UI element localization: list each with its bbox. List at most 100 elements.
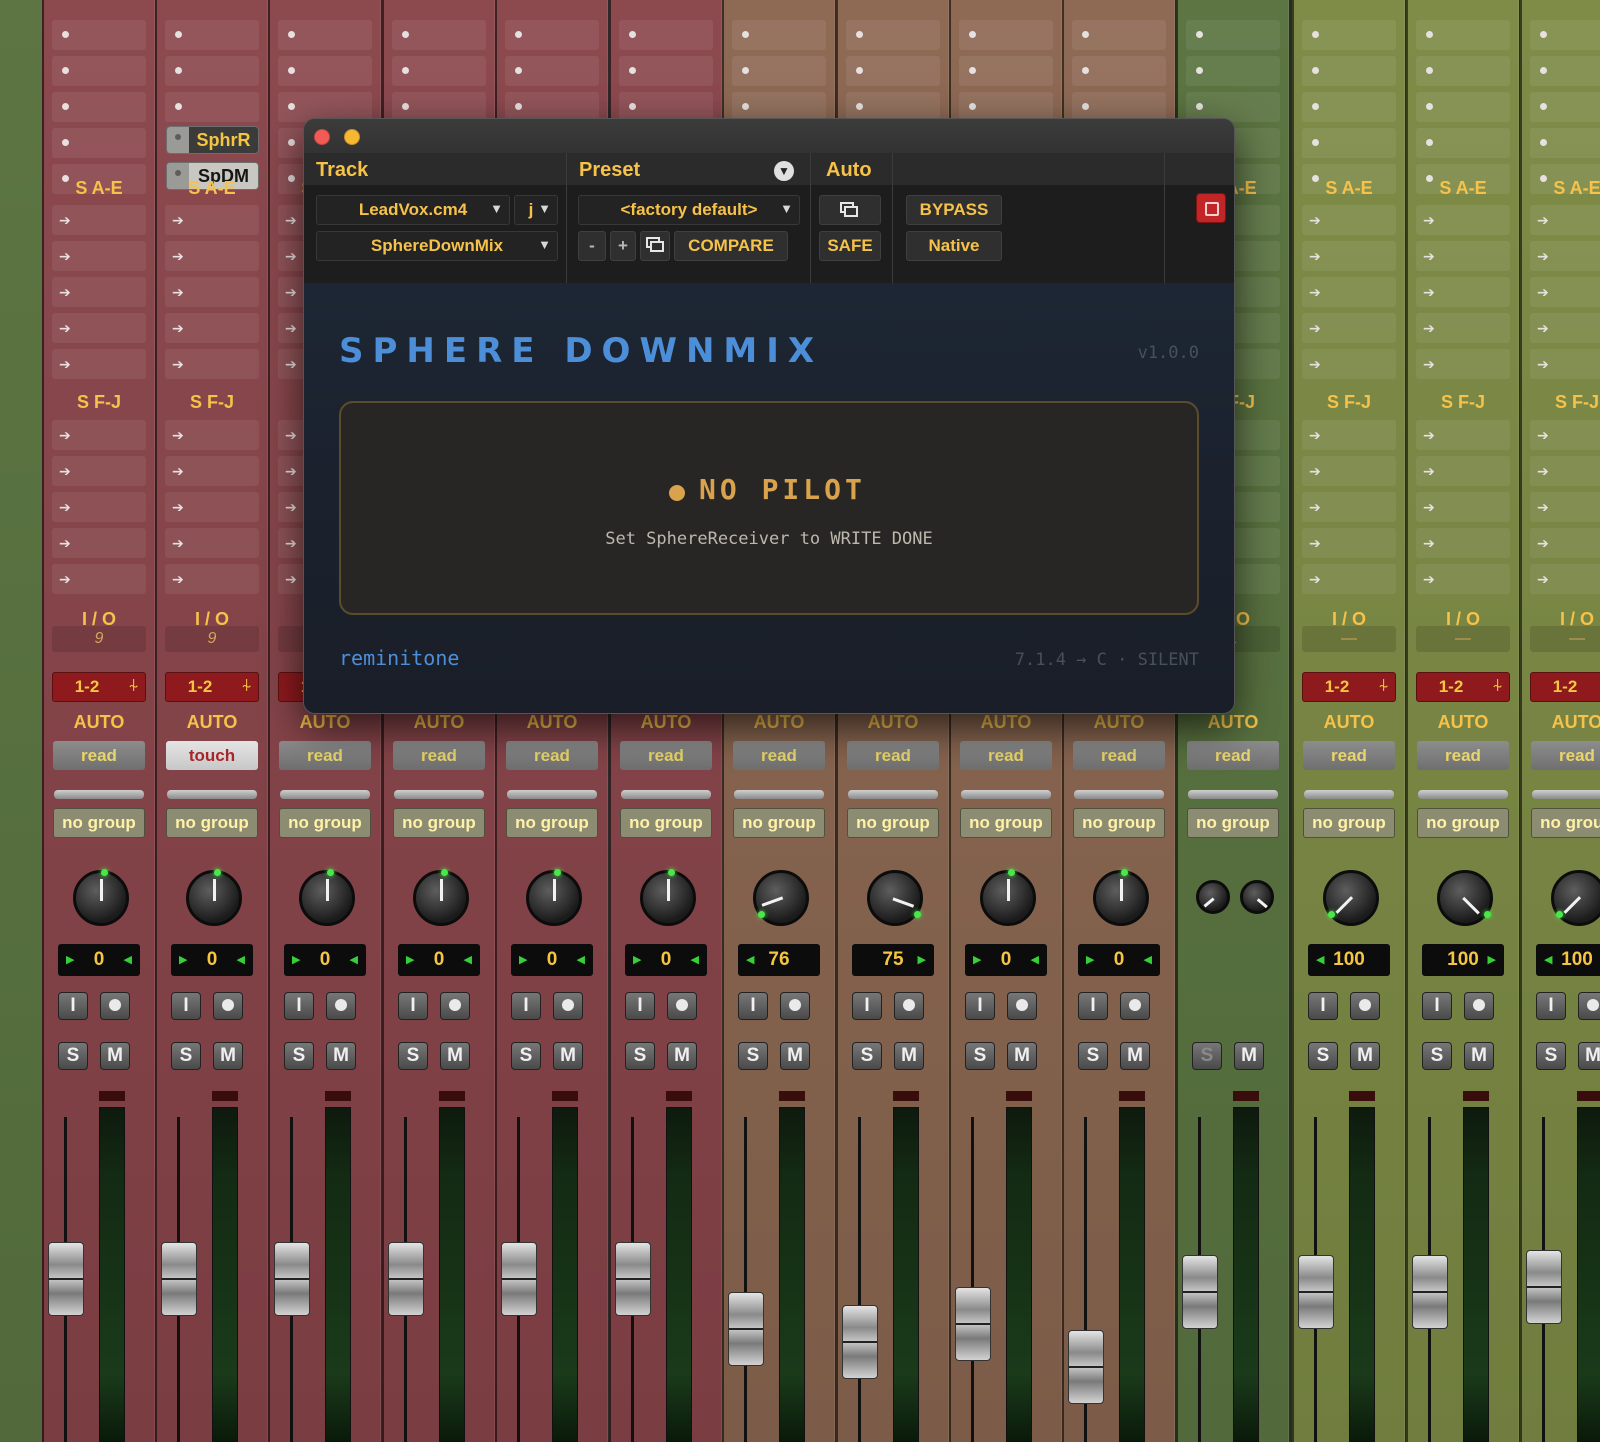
group-selector[interactable]: no group (1531, 808, 1600, 838)
volume-fader[interactable] (842, 1304, 878, 1379)
pan-knob[interactable] (979, 869, 1036, 926)
mute-button[interactable]: M (1350, 1042, 1380, 1070)
group-selector[interactable]: no group (960, 808, 1052, 838)
mute-button[interactable]: M (1234, 1042, 1264, 1070)
group-selector[interactable]: no group (620, 808, 712, 838)
send-slot[interactable]: ➔ (1416, 420, 1510, 450)
pan-value-display[interactable]: ▶ ◀ 0 (284, 944, 366, 976)
send-slot[interactable]: ➔ (1530, 564, 1600, 594)
link-button[interactable] (819, 195, 881, 225)
pan-value-display[interactable]: ◀ 100 (1536, 944, 1600, 976)
automation-mode-selector[interactable]: read (1417, 741, 1509, 770)
automation-mode-selector[interactable]: read (393, 741, 485, 770)
input-monitor-button[interactable]: I (171, 992, 201, 1020)
record-enable-button[interactable] (553, 992, 583, 1020)
pan-value-display[interactable]: ▶ ◀ 0 (965, 944, 1047, 976)
pan-value-display[interactable]: ▶ 100 (1422, 944, 1504, 976)
solo-button[interactable]: S (1308, 1042, 1338, 1070)
volume-fader[interactable] (388, 1242, 424, 1316)
input-monitor-button[interactable]: I (1422, 992, 1452, 1020)
send-slot[interactable]: ➔ (1302, 205, 1396, 235)
volume-fader[interactable] (728, 1292, 764, 1366)
input-monitor-button[interactable]: I (511, 992, 541, 1020)
send-slot[interactable]: ➔ (1302, 241, 1396, 271)
pan-knob[interactable] (412, 869, 469, 926)
record-enable-button[interactable] (213, 992, 243, 1020)
send-slot[interactable]: ➔ (52, 492, 146, 522)
channel-selector[interactable]: j ▼ (514, 195, 558, 225)
record-enable-button[interactable] (1578, 992, 1600, 1020)
pan-knob[interactable] (298, 869, 355, 926)
volume-fader[interactable] (501, 1242, 537, 1316)
insert-slot[interactable] (278, 20, 372, 50)
insert-slot[interactable] (392, 56, 486, 86)
preset-menu-icon[interactable]: ▼ (774, 161, 794, 181)
send-slot[interactable]: ➔ (1530, 349, 1600, 379)
insert-slot[interactable] (1186, 56, 1280, 86)
send-slot[interactable]: ➔ (1302, 420, 1396, 450)
send-slot[interactable]: ➔ (165, 420, 259, 450)
insert-slot[interactable] (1302, 20, 1396, 50)
output-selector[interactable]: 1-2 ⍭ (1302, 672, 1396, 702)
insert-slot[interactable] (1302, 92, 1396, 122)
send-slot[interactable]: ➔ (1530, 277, 1600, 307)
insert-slot[interactable]: SphrR (166, 126, 259, 154)
input-monitor-button[interactable]: I (852, 992, 882, 1020)
send-slot[interactable]: ➔ (52, 349, 146, 379)
power-icon[interactable] (1196, 193, 1226, 223)
pan-knob[interactable] (525, 869, 582, 926)
insert-slot[interactable] (165, 92, 259, 122)
volume-fader[interactable] (1412, 1254, 1448, 1329)
input-monitor-button[interactable]: I (58, 992, 88, 1020)
insert-slot[interactable] (619, 56, 713, 86)
mute-button[interactable]: M (440, 1042, 470, 1070)
pan-value-display[interactable]: ▶ ◀ 0 (171, 944, 253, 976)
mute-button[interactable]: M (553, 1042, 583, 1070)
record-enable-button[interactable] (440, 992, 470, 1020)
group-selector[interactable]: no group (506, 808, 598, 838)
insert-slot[interactable] (1072, 56, 1166, 86)
insert-slot[interactable] (52, 92, 146, 122)
send-slot[interactable]: ➔ (52, 564, 146, 594)
mute-button[interactable]: M (1464, 1042, 1494, 1070)
input-selector[interactable]: — (1416, 626, 1510, 652)
plugin-selector[interactable]: SphereDownMix ▼ (316, 231, 558, 261)
group-selector[interactable]: no group (393, 808, 485, 838)
automation-mode-selector[interactable]: read (1531, 741, 1600, 770)
automation-mode-selector[interactable]: read (1187, 741, 1279, 770)
group-selector[interactable]: no group (1417, 808, 1509, 838)
pan-knob[interactable] (1092, 869, 1149, 926)
volume-fader[interactable] (161, 1242, 197, 1316)
plugin-titlebar[interactable] (304, 119, 1234, 153)
pan-value-display[interactable]: ◀ 76 (738, 944, 820, 976)
insert-slot[interactable] (1416, 56, 1510, 86)
record-enable-button[interactable] (1464, 992, 1494, 1020)
output-selector[interactable]: 1-2 ⍭ (52, 672, 146, 702)
pan-value-display[interactable]: ▶ ◀ 0 (625, 944, 707, 976)
mute-button[interactable]: M (1120, 1042, 1150, 1070)
group-selector[interactable]: no group (1187, 808, 1279, 838)
pan-knob[interactable] (185, 869, 242, 926)
send-slot[interactable]: ➔ (1530, 456, 1600, 486)
next-preset-button[interactable]: + (610, 231, 636, 261)
insert-slot[interactable] (1416, 20, 1510, 50)
input-selector[interactable]: 9 (52, 626, 146, 652)
pan-knob[interactable] (1322, 870, 1379, 926)
volume-fader[interactable] (955, 1287, 991, 1361)
insert-slot[interactable] (1302, 56, 1396, 86)
input-monitor-button[interactable]: I (625, 992, 655, 1020)
send-slot[interactable]: ➔ (52, 456, 146, 486)
automation-mode-selector[interactable]: read (620, 741, 712, 770)
record-enable-button[interactable] (667, 992, 697, 1020)
input-monitor-button[interactable]: I (398, 992, 428, 1020)
insert-slot[interactable] (52, 20, 146, 50)
mute-button[interactable]: M (100, 1042, 130, 1070)
insert-slot[interactable] (505, 20, 599, 50)
insert-slot[interactable] (619, 20, 713, 50)
input-selector[interactable]: — (1302, 626, 1396, 652)
send-slot[interactable]: ➔ (1416, 277, 1510, 307)
record-enable-button[interactable] (894, 992, 924, 1020)
automation-mode-selector[interactable]: read (733, 741, 825, 770)
record-enable-button[interactable] (1350, 992, 1380, 1020)
solo-button[interactable]: S (1078, 1042, 1108, 1070)
